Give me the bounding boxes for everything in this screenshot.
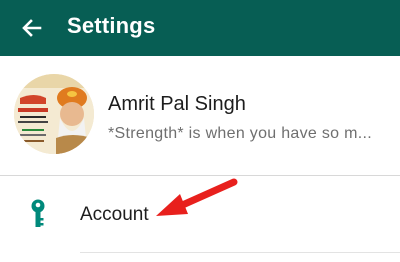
- row-divider: [80, 252, 400, 253]
- menu-item-account-label: Account: [80, 204, 149, 225]
- annotation-arrow-icon: [150, 176, 240, 221]
- arrow-left-icon: [22, 19, 42, 37]
- back-button[interactable]: [18, 14, 46, 42]
- settings-screen: Settings Amrit Pal Singh *Strength* is w…: [0, 0, 400, 262]
- app-bar: Settings: [0, 0, 400, 56]
- page-title: Settings: [67, 13, 156, 38]
- profile-status: *Strength* is when you have so m...: [108, 125, 372, 142]
- profile-photo: [14, 74, 94, 154]
- profile-name: Amrit Pal Singh: [108, 93, 246, 115]
- key-icon: [30, 199, 46, 229]
- profile-row[interactable]: Amrit Pal Singh *Strength* is when you h…: [0, 56, 400, 176]
- avatar[interactable]: [14, 74, 94, 154]
